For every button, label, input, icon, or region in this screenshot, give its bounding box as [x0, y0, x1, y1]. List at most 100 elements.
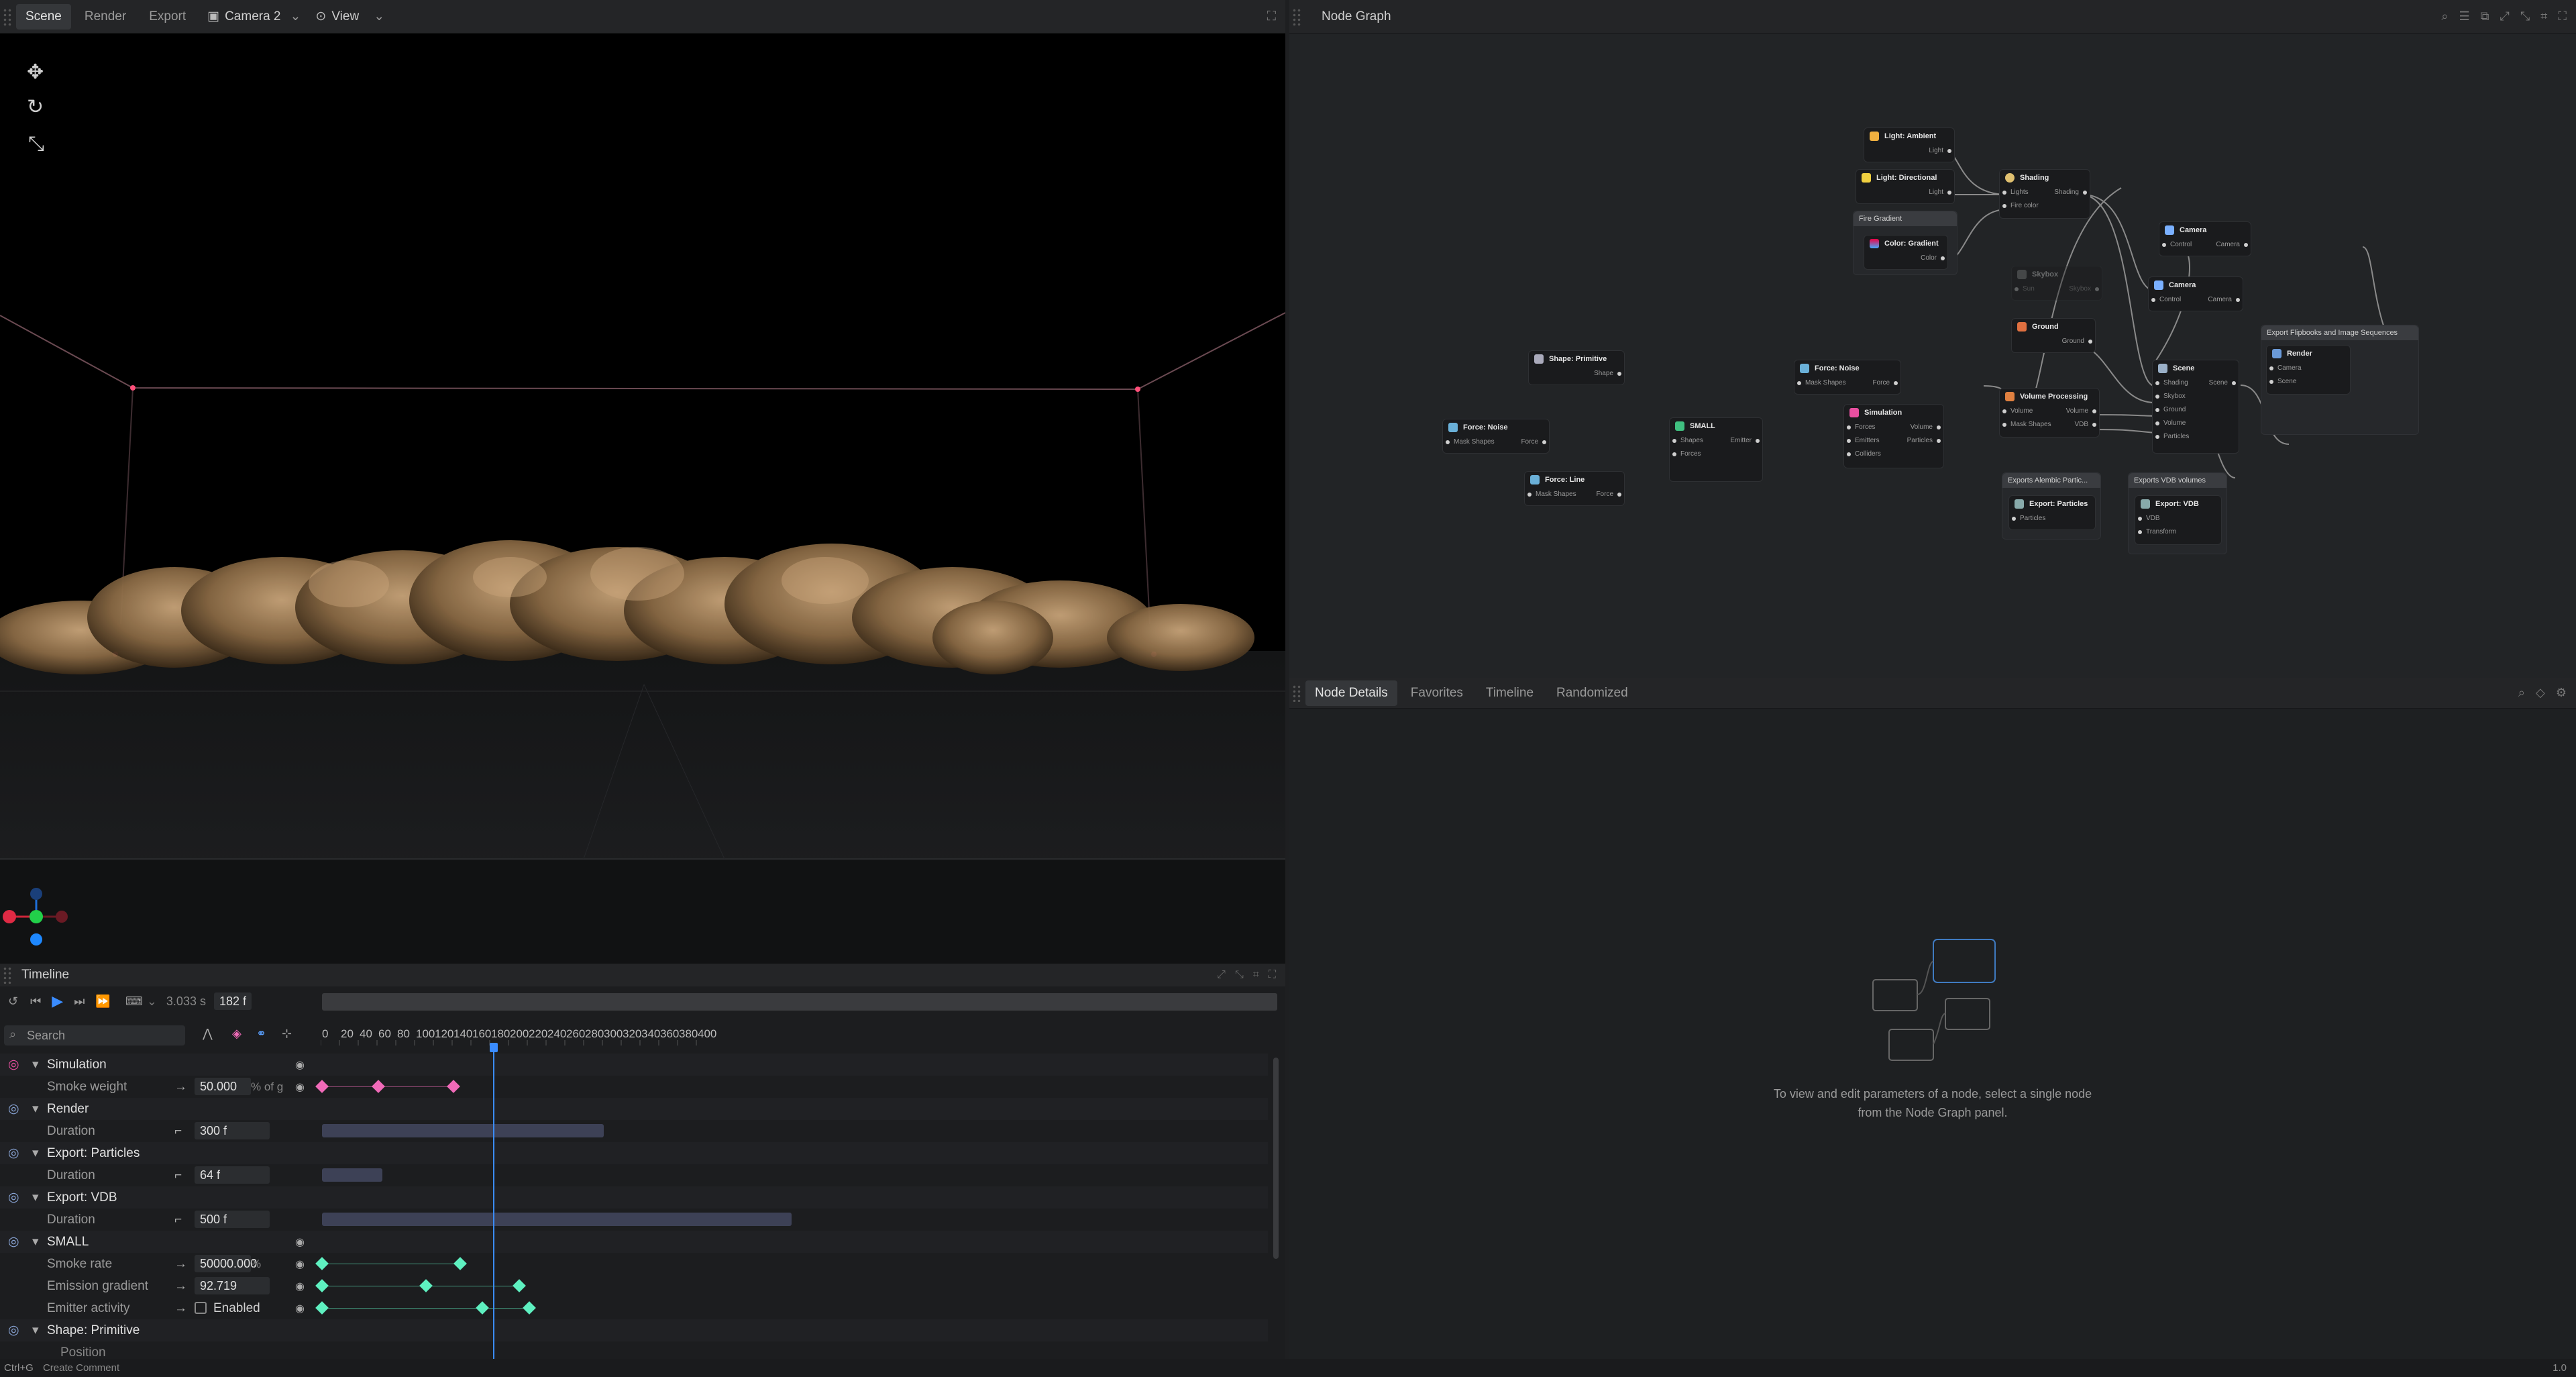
keyframe[interactable] — [419, 1279, 433, 1292]
curve-icon[interactable]: ⌐ — [174, 1168, 182, 1183]
keyframe[interactable] — [315, 1301, 329, 1315]
collapse-arrow-icon[interactable]: ▾ — [32, 1145, 39, 1161]
add-key-icon[interactable]: ⊹ — [282, 1027, 292, 1041]
drag-handle[interactable] — [1292, 684, 1301, 702]
expand-icon[interactable]: ⤡ — [1235, 969, 1244, 981]
keyframe-tool-icon[interactable]: ◈ — [232, 1027, 241, 1041]
maximize-icon[interactable]: ⛶ — [1269, 969, 1276, 981]
skip-end-icon[interactable]: ⏩ — [95, 994, 110, 1009]
node-light-directional[interactable]: Light: Directional Light — [1856, 169, 1955, 204]
keyframe[interactable] — [315, 1257, 329, 1270]
move-tool-icon[interactable]: ✥ — [27, 60, 44, 84]
step-back-icon[interactable]: ⏮ — [30, 994, 41, 1009]
settings-icon[interactable]: ⚙ — [2556, 686, 2567, 700]
track-value-field[interactable]: 50.000 — [195, 1078, 251, 1095]
frame-icon[interactable]: ⌗ — [1253, 969, 1259, 981]
node-light-ambient[interactable]: Light: Ambient Light — [1864, 128, 1955, 162]
fit-icon[interactable]: ⤢ — [2500, 9, 2509, 23]
tab-render[interactable]: Render — [75, 4, 136, 30]
track-group[interactable]: ◎ ▾ Export: Particles — [0, 1142, 1268, 1164]
curve-icon[interactable]: ⌐ — [174, 1124, 182, 1139]
node-scene[interactable]: Scene Shading Scene Skybox Ground Volume … — [2152, 360, 2239, 454]
maximize-icon[interactable]: ⛶ — [2558, 9, 2567, 23]
track-group[interactable]: ◎ ▾ Shape: Primitive — [0, 1319, 1268, 1341]
tab-node-details[interactable]: Node Details — [1305, 680, 1397, 706]
track-row[interactable]: Smoke rate → 50000.000% ◉ — [0, 1253, 1268, 1275]
visibility-eye-icon[interactable]: ◉ — [295, 1080, 305, 1094]
tab-randomized[interactable]: Randomized — [1547, 680, 1638, 706]
drag-handle[interactable] — [3, 966, 12, 984]
playhead[interactable] — [492, 1044, 494, 1360]
vertical-scrollbar[interactable] — [1273, 1058, 1279, 1259]
node-skybox[interactable]: Skybox Sun Skybox — [2011, 266, 2102, 301]
rotate-tool-icon[interactable]: ↻ — [27, 95, 44, 119]
drag-handle[interactable] — [3, 7, 12, 26]
node-force-noise-2[interactable]: Force: Noise Mask Shapes Force — [1794, 360, 1901, 395]
arrow-right-icon[interactable]: → — [174, 1279, 187, 1294]
timeline-scrollbar[interactable] — [322, 993, 1277, 1011]
track-row[interactable]: Smoke weight → 50.000% of g ◉ — [0, 1076, 1268, 1098]
track-value-field[interactable]: 92.719 — [195, 1277, 270, 1294]
node-shape-primitive[interactable]: Shape: Primitive Shape — [1528, 350, 1625, 385]
node-camera-2[interactable]: Camera Control Camera — [2148, 276, 2243, 311]
track-row[interactable]: Emission gradient → 92.719 ◉ — [0, 1275, 1268, 1297]
keyframe[interactable] — [315, 1279, 329, 1292]
track-value-field[interactable]: 500 f — [195, 1211, 270, 1228]
tab-timeline[interactable]: Timeline — [1477, 680, 1543, 706]
arrow-right-icon[interactable]: → — [174, 1080, 187, 1094]
curve-icon[interactable]: ⌐ — [174, 1213, 182, 1227]
search-box[interactable]: ⌕ Search — [4, 1025, 185, 1046]
keyframe[interactable] — [372, 1080, 385, 1093]
node-camera-1[interactable]: Camera Control Camera — [2159, 221, 2251, 256]
scale-tool-icon[interactable]: ⤡ — [28, 133, 44, 156]
node-render[interactable]: Render Camera Scene — [2266, 345, 2351, 395]
track-group[interactable]: ◎ ▾ Simulation ◉ — [0, 1054, 1268, 1076]
node-volume-processing[interactable]: Volume Processing Volume Volume Mask Shap… — [1999, 388, 2100, 438]
collapse-arrow-icon[interactable]: ▾ — [32, 1234, 39, 1250]
node-shading[interactable]: Shading Lights Shading Fire color — [1999, 169, 2090, 219]
track-row[interactable]: Duration ⌐ 300 f — [0, 1120, 1268, 1142]
track-group[interactable]: ◎ ▾ SMALL ◉ — [0, 1231, 1268, 1253]
node-export-vdb[interactable]: Export: VDB VDB Transform — [2135, 495, 2222, 545]
chevron-down-icon[interactable]: ⌄ — [290, 9, 301, 24]
tab-export[interactable]: Export — [140, 4, 195, 30]
play-icon[interactable]: ▶ — [52, 992, 63, 1010]
playhead-handle[interactable] — [489, 1043, 498, 1052]
track-row[interactable]: Duration ⌐ 64 f — [0, 1164, 1268, 1186]
keyframe[interactable] — [315, 1080, 329, 1093]
track-value-field[interactable]: 300 f — [195, 1122, 270, 1139]
node-small-emitter[interactable]: SMALL Shapes Emitter Forces — [1669, 417, 1763, 482]
visibility-eye-icon[interactable]: ◉ — [295, 1235, 305, 1249]
node-ground[interactable]: Ground Ground — [2011, 318, 2096, 353]
node-color-gradient[interactable]: Color: Gradient Color — [1864, 235, 1948, 270]
keyframe-icon[interactable]: ◇ — [2536, 686, 2545, 700]
layers-icon[interactable]: ⧉ — [2481, 9, 2489, 23]
node-graph-canvas[interactable]: Light: Ambient Light Light: Directional … — [1289, 34, 2576, 678]
track-value-field[interactable]: 50000.000 — [195, 1255, 257, 1272]
duration-bar[interactable] — [322, 1168, 382, 1182]
keyframe[interactable] — [453, 1257, 467, 1270]
loop-icon[interactable]: ↺ — [8, 994, 18, 1009]
curve-tool-icon[interactable]: ⋀ — [203, 1027, 213, 1041]
track-group[interactable]: ◎ ▾ Render — [0, 1098, 1268, 1120]
node-force-line[interactable]: Force: Line Mask Shapes Force — [1524, 471, 1625, 506]
arrow-right-icon[interactable]: → — [174, 1301, 187, 1316]
collapse-arrow-icon[interactable]: ▾ — [32, 1190, 39, 1205]
track-row[interactable]: Duration ⌐ 500 f — [0, 1209, 1268, 1231]
collapse-arrow-icon[interactable]: ▾ — [32, 1101, 39, 1117]
search-icon[interactable]: ⌕ — [2441, 9, 2448, 23]
duration-bar[interactable] — [322, 1124, 604, 1137]
track-row[interactable]: Position — [0, 1341, 1268, 1360]
maximize-icon[interactable]: ⛶ — [1267, 9, 1276, 24]
chevron-down-icon[interactable]: ⌄ — [374, 9, 384, 24]
tab-scene[interactable]: Scene — [16, 3, 71, 30]
keyframe[interactable] — [476, 1301, 490, 1315]
track-value-field[interactable]: 64 f — [195, 1166, 270, 1184]
drag-handle[interactable] — [1292, 7, 1301, 26]
axis-gizmo-icon[interactable] — [0, 886, 74, 946]
keyframe[interactable] — [523, 1301, 537, 1315]
collapse-arrow-icon[interactable]: ▾ — [32, 1323, 39, 1338]
keyframe[interactable] — [447, 1080, 460, 1093]
arrow-right-icon[interactable]: → — [174, 1257, 187, 1272]
chevron-down-icon[interactable]: ⌄ — [147, 994, 157, 1009]
